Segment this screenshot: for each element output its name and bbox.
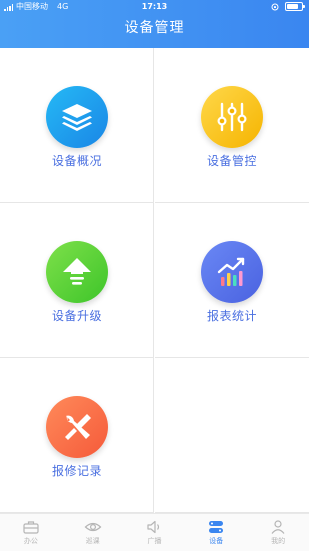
tab-label: 我的 — [271, 537, 286, 545]
tab-label: 设备 — [209, 537, 224, 545]
battery-icon — [285, 2, 305, 11]
status-time: 17:13 — [141, 2, 168, 11]
sliders-icon — [201, 86, 263, 148]
grid-item-label: 设备概况 — [51, 154, 102, 168]
tab-label: 广播 — [147, 537, 162, 545]
tab-office[interactable]: 办公 — [0, 514, 62, 551]
eye-icon — [84, 522, 102, 532]
bar-chart-icon — [201, 241, 263, 303]
grid-item-repair-records[interactable]: 报修记录 — [0, 358, 154, 513]
tab-profile[interactable]: 我的 — [247, 514, 309, 551]
tab-broadcast[interactable]: 广播 — [124, 514, 186, 551]
user-icon — [271, 520, 285, 534]
app-header: 中国移动 4G 17:13 设备管理 — [0, 0, 309, 48]
grid-item-report-statistics[interactable]: 报表统计 — [155, 203, 309, 358]
tab-patrol[interactable]: 巡课 — [62, 514, 124, 551]
feature-grid: 设备概况 设备管控 设备升级 报表统计 报修记录 — [0, 48, 309, 513]
upgrade-arrow-icon — [46, 241, 108, 303]
grid-item-label: 设备升级 — [51, 309, 102, 323]
grid-item-label: 设备管控 — [206, 154, 257, 168]
tab-device[interactable]: 设备 — [185, 514, 247, 551]
device-icon — [209, 521, 224, 533]
empty-grid-cell — [155, 358, 309, 513]
orientation-lock-icon — [271, 3, 279, 10]
tab-label: 办公 — [23, 537, 38, 545]
grid-item-device-upgrade[interactable]: 设备升级 — [0, 203, 154, 358]
grid-item-device-overview[interactable]: 设备概况 — [0, 48, 154, 203]
grid-item-label: 报表统计 — [206, 309, 257, 323]
bottom-tab-bar: 办公 巡课 广播 设备 我的 — [0, 513, 309, 551]
page-title: 设备管理 — [124, 20, 185, 36]
status-bar: 中国移动 4G 17:13 — [0, 0, 309, 14]
repair-tools-icon — [46, 396, 108, 458]
tab-label: 巡课 — [85, 537, 100, 545]
grid-item-label: 报修记录 — [51, 464, 102, 478]
speaker-icon — [147, 520, 160, 534]
briefcase-icon — [23, 521, 39, 534]
grid-item-device-control[interactable]: 设备管控 — [155, 48, 309, 203]
layers-icon — [46, 86, 108, 148]
